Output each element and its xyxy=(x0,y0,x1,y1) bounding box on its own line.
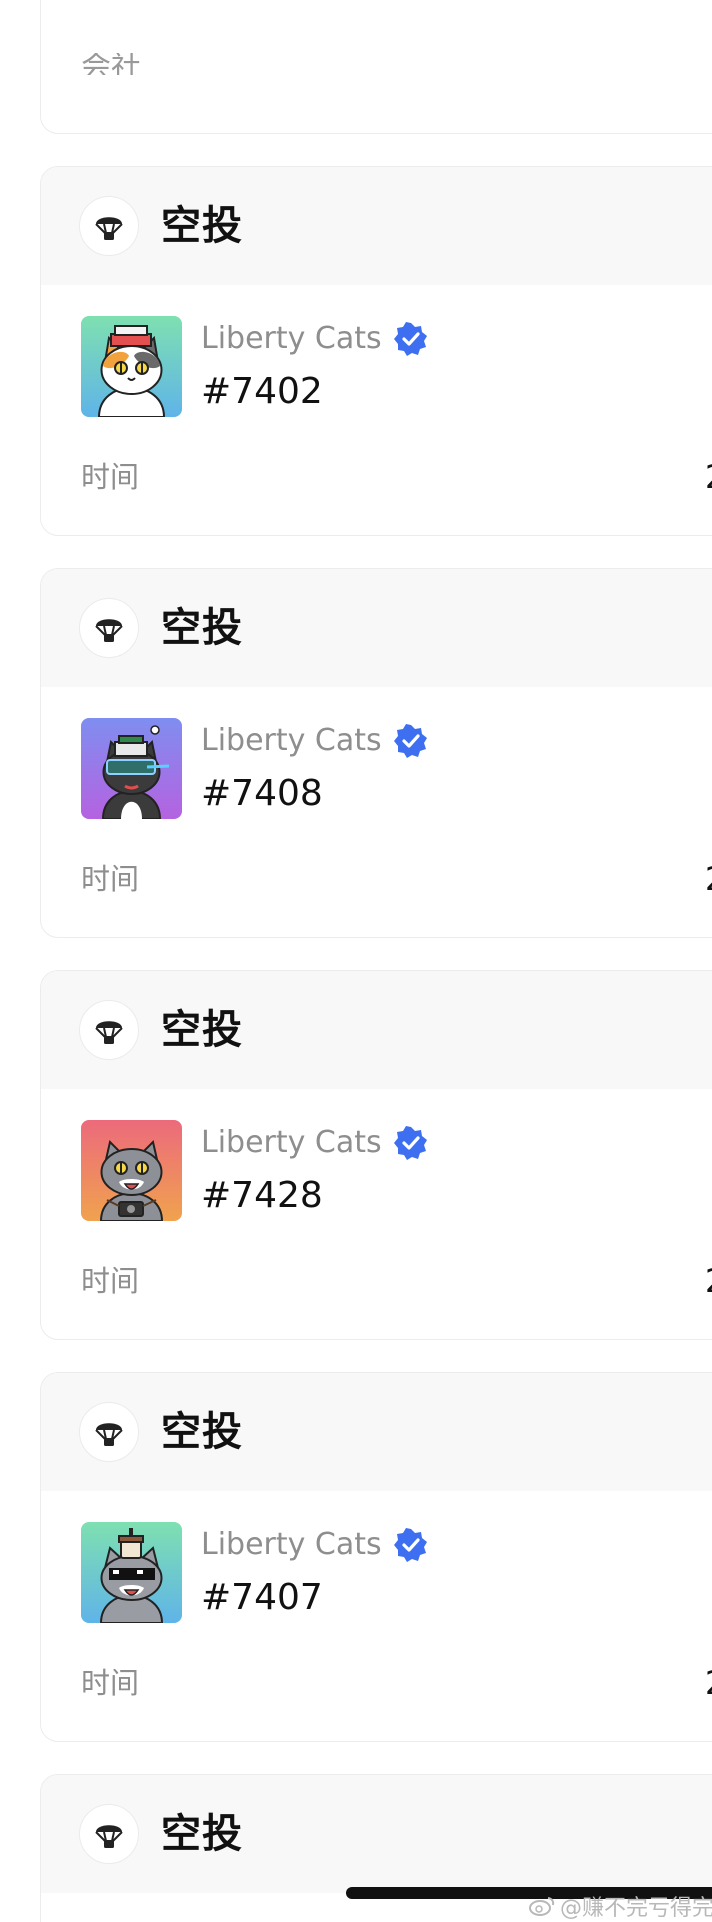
nft-thumbnail[interactable] xyxy=(81,316,182,417)
watermark: @赚不完亏得完R xyxy=(528,1890,712,1922)
partial-card-text: 会社 xyxy=(81,53,141,75)
collection-name: Liberty Cats xyxy=(201,1527,382,1562)
airdrop-card-title: 空投 xyxy=(161,1409,243,1455)
verified-badge-icon xyxy=(393,1528,428,1562)
airdrop-card[interactable]: 空投 xyxy=(40,970,712,1340)
collection-row[interactable]: Liberty Cats xyxy=(201,1525,428,1565)
airdrop-history-page: 会社 空投 Liberty Cats #7402 时间 空投 Liberty C… xyxy=(0,0,712,1922)
watermark-text: @赚不完亏得完R xyxy=(560,1896,712,1921)
airdrop-card-header: 空投 xyxy=(41,167,712,285)
nft-token-id: #7402 xyxy=(201,371,323,412)
collection-name: Liberty Cats xyxy=(201,1125,382,1160)
parachute-icon xyxy=(79,598,139,658)
time-value: 2 xyxy=(705,455,712,499)
airdrop-card-header: 空投 xyxy=(41,569,712,687)
airdrop-card[interactable]: 空投 xyxy=(40,568,712,938)
time-value: 2 xyxy=(705,857,712,901)
collection-row[interactable]: Liberty Cats xyxy=(201,1123,428,1163)
collection-name: Liberty Cats xyxy=(201,321,382,356)
weibo-logo-icon xyxy=(528,1895,556,1917)
collection-row[interactable]: Liberty Cats xyxy=(201,721,428,761)
time-label: 时间 xyxy=(81,460,140,494)
airdrop-card[interactable]: 空投 xyxy=(40,1372,712,1742)
time-label: 时间 xyxy=(81,1264,140,1298)
verified-badge-icon xyxy=(393,724,428,758)
parachute-icon xyxy=(79,1402,139,1462)
nft-token-id: #7407 xyxy=(201,1577,323,1618)
airdrop-card-title: 空投 xyxy=(161,1007,243,1053)
time-label: 时间 xyxy=(81,862,140,896)
parachute-icon xyxy=(79,1804,139,1864)
airdrop-card-title: 空投 xyxy=(161,1811,243,1857)
verified-badge-icon xyxy=(393,1126,428,1160)
nft-thumbnail[interactable] xyxy=(81,1120,182,1221)
nft-thumbnail[interactable] xyxy=(81,1522,182,1623)
airdrop-card-partial[interactable]: 会社 xyxy=(40,0,712,134)
collection-name: Liberty Cats xyxy=(201,723,382,758)
parachute-icon xyxy=(79,1000,139,1060)
time-label: 时间 xyxy=(81,1666,140,1700)
airdrop-card-header: 空投 xyxy=(41,971,712,1089)
airdrop-card-header: 空投 xyxy=(41,1373,712,1491)
verified-badge-icon xyxy=(393,322,428,356)
airdrop-card-title: 空投 xyxy=(161,203,243,249)
nft-token-id: #7428 xyxy=(201,1175,323,1216)
time-value: 2 xyxy=(705,1259,712,1303)
airdrop-card[interactable]: 空投 xyxy=(40,166,712,536)
airdrop-card-header: 空投 xyxy=(41,1775,712,1893)
nft-token-id: #7408 xyxy=(201,773,323,814)
collection-row[interactable]: Liberty Cats xyxy=(201,319,428,359)
time-value: 2 xyxy=(705,1661,712,1705)
parachute-icon xyxy=(79,196,139,256)
nft-thumbnail[interactable] xyxy=(81,718,182,819)
airdrop-card-title: 空投 xyxy=(161,605,243,651)
